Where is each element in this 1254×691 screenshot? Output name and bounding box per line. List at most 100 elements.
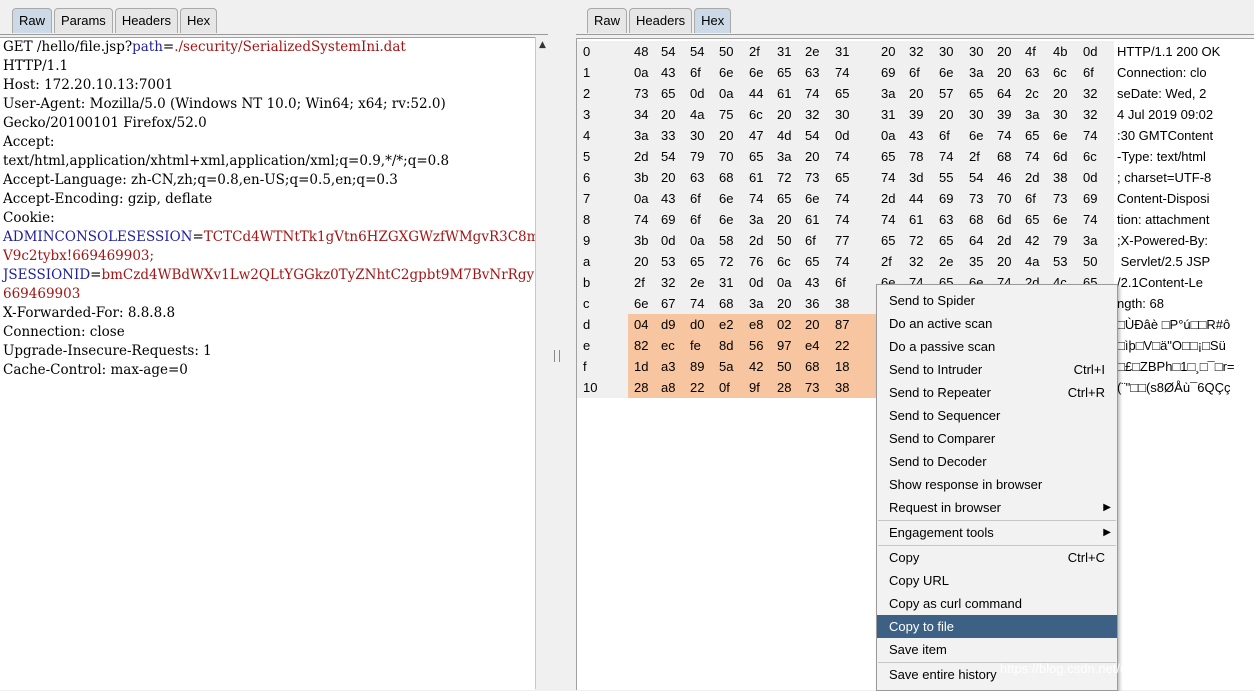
hex-byte[interactable]: 20 <box>777 104 791 125</box>
menu-item-do-a-passive-scan[interactable]: Do a passive scan <box>877 335 1117 358</box>
hex-byte[interactable]: 2c <box>1025 83 1039 104</box>
menu-item-do-an-active-scan[interactable]: Do an active scan <box>877 312 1117 335</box>
hex-byte[interactable]: 4d <box>777 125 791 146</box>
hex-byte[interactable]: 2f <box>969 146 980 167</box>
splitter-grip-icon[interactable] <box>554 350 560 362</box>
hex-byte[interactable]: 20 <box>777 293 791 314</box>
menu-item-send-to-repeater[interactable]: Send to Repeater Ctrl+R <box>877 381 1117 404</box>
hex-byte[interactable]: 0d <box>690 83 704 104</box>
hex-byte[interactable]: 31 <box>881 104 895 125</box>
hex-row[interactable]: 9 3b 0d 0a 58 2d 50 6f 77 65 72 65 64 2d 42 79 3a ;X-Powe… <box>577 230 1254 251</box>
hex-byte[interactable]: 9f <box>749 377 760 398</box>
hex-byte[interactable]: 57 <box>939 83 953 104</box>
hex-byte[interactable]: 63 <box>805 62 819 83</box>
hex-byte[interactable]: 6f <box>835 272 846 293</box>
hex-byte[interactable]: 74 <box>997 125 1011 146</box>
hex-byte[interactable]: 72 <box>777 167 791 188</box>
hex-byte[interactable]: 74 <box>1025 146 1039 167</box>
hex-byte[interactable]: 74 <box>1083 125 1097 146</box>
hex-byte[interactable]: 64 <box>997 83 1011 104</box>
hex-byte[interactable]: 6c <box>749 104 763 125</box>
hex-row[interactable]: 8 74 69 6f 6e 3a 20 61 74 74 61 63 68 6d 65 6e 74 tion: a… <box>577 209 1254 230</box>
hex-byte[interactable]: 67 <box>661 293 675 314</box>
hex-byte[interactable]: 74 <box>749 188 763 209</box>
hex-byte[interactable]: 43 <box>909 125 923 146</box>
hex-byte[interactable]: 65 <box>690 251 704 272</box>
hex-byte[interactable]: 65 <box>881 146 895 167</box>
hex-byte[interactable]: 0a <box>777 272 791 293</box>
hex-byte[interactable]: 30 <box>1053 104 1067 125</box>
hex-byte[interactable]: 74 <box>805 83 819 104</box>
hex-byte[interactable]: 30 <box>690 125 704 146</box>
hex-byte[interactable]: 0d <box>749 272 763 293</box>
request-editor[interactable]: GET /hello/file.jsp?path=./security/Seri… <box>0 37 535 690</box>
hex-byte[interactable]: 2d <box>634 146 648 167</box>
hex-byte[interactable]: 47 <box>749 125 763 146</box>
hex-byte[interactable]: ec <box>661 335 675 356</box>
hex-byte[interactable]: 65 <box>835 167 849 188</box>
hex-byte[interactable]: 54 <box>969 167 983 188</box>
hex-byte[interactable]: 18 <box>835 356 849 377</box>
hex-byte[interactable]: 68 <box>969 209 983 230</box>
hex-byte[interactable]: e2 <box>719 314 733 335</box>
hex-byte[interactable]: 72 <box>719 251 733 272</box>
hex-byte[interactable]: 4f <box>1025 41 1036 62</box>
hex-byte[interactable]: 20 <box>805 146 819 167</box>
hex-byte[interactable]: 36 <box>805 293 819 314</box>
hex-byte[interactable]: 74 <box>835 251 849 272</box>
hex-byte[interactable]: 0f <box>719 377 730 398</box>
hex-byte[interactable]: 73 <box>805 377 819 398</box>
hex-byte[interactable]: 50 <box>719 41 733 62</box>
hex-byte[interactable]: 3a <box>1083 230 1097 251</box>
tab-hex[interactable]: Hex <box>179 8 218 33</box>
hex-byte[interactable]: 64 <box>969 230 983 251</box>
hex-byte[interactable]: 6c <box>1083 146 1097 167</box>
menu-item-save-item[interactable]: Save item <box>877 638 1117 661</box>
hex-byte[interactable]: 74 <box>835 62 849 83</box>
hex-byte[interactable]: 53 <box>661 251 675 272</box>
hex-byte[interactable]: 68 <box>719 167 733 188</box>
hex-byte[interactable]: 69 <box>1083 188 1097 209</box>
hex-byte[interactable]: 58 <box>719 230 733 251</box>
hex-byte[interactable]: 73 <box>969 188 983 209</box>
menu-item-copy-url[interactable]: Copy URL <box>877 569 1117 592</box>
hex-byte[interactable]: 3b <box>634 167 648 188</box>
hex-byte[interactable]: 2d <box>749 230 763 251</box>
hex-byte[interactable]: 68 <box>997 146 1011 167</box>
hex-byte[interactable]: 43 <box>661 62 675 83</box>
menu-item-engagement-tools[interactable]: Engagement tools ▶ <box>877 521 1117 544</box>
menu-item-send-to-comparer[interactable]: Send to Comparer <box>877 427 1117 450</box>
menu-item-copy-to-file[interactable]: Copy to file <box>877 615 1117 638</box>
hex-byte[interactable]: 2d <box>881 188 895 209</box>
hex-byte[interactable]: 44 <box>909 188 923 209</box>
hex-byte[interactable]: 50 <box>777 230 791 251</box>
hex-byte[interactable]: 68 <box>719 293 733 314</box>
hex-byte[interactable]: 38 <box>1053 167 1067 188</box>
hex-byte[interactable]: 32 <box>661 272 675 293</box>
hex-byte[interactable]: 74 <box>881 209 895 230</box>
hex-byte[interactable]: 2e <box>690 272 704 293</box>
hex-byte[interactable]: 6d <box>1053 146 1067 167</box>
hex-byte[interactable]: 38 <box>835 377 849 398</box>
hex-byte[interactable]: 0a <box>634 62 648 83</box>
hex-byte[interactable]: 2f <box>881 251 892 272</box>
hex-byte[interactable]: 20 <box>939 104 953 125</box>
hex-byte[interactable]: 31 <box>777 41 791 62</box>
hex-byte[interactable]: 79 <box>690 146 704 167</box>
hex-byte[interactable]: 56 <box>749 335 763 356</box>
hex-byte[interactable]: 04 <box>634 314 648 335</box>
hex-byte[interactable]: 6d <box>997 209 1011 230</box>
hex-byte[interactable]: 78 <box>909 146 923 167</box>
hex-byte[interactable]: 50 <box>777 356 791 377</box>
hex-byte[interactable]: 65 <box>777 188 791 209</box>
hex-byte[interactable]: 63 <box>1025 62 1039 83</box>
hex-byte[interactable]: 65 <box>777 62 791 83</box>
hex-byte[interactable]: 0d <box>1083 41 1097 62</box>
hex-byte[interactable]: 6e <box>969 125 983 146</box>
tab-raw[interactable]: Raw <box>12 8 53 33</box>
hex-byte[interactable]: 0d <box>835 125 849 146</box>
hex-byte[interactable]: 20 <box>909 83 923 104</box>
hex-byte[interactable]: 74 <box>835 146 849 167</box>
hex-byte[interactable]: 32 <box>909 251 923 272</box>
hex-byte[interactable]: 2f <box>749 41 760 62</box>
